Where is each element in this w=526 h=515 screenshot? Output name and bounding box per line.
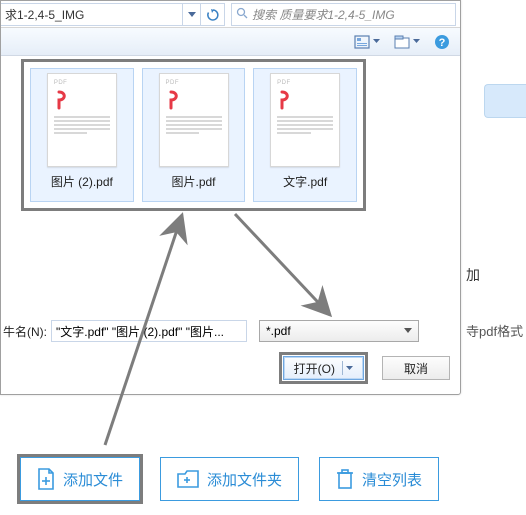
file-item[interactable]: PDF 图片.pdf [142,68,246,202]
filter-value: *.pdf [266,324,291,338]
chevron-down-icon [346,366,353,371]
pdf-tag: PDF [54,80,110,86]
chevron-down-icon [413,39,420,44]
add-folder-button[interactable]: 添加文件夹 [160,457,299,501]
right-text-format: 寺pdf格式 [466,321,523,340]
file-thumbnail: PDF [270,73,340,167]
open-button-label: 打开(O) [294,360,335,377]
open-file-dialog: 求1-2,4-5_IMG 搜索 质量要求1-2,4-5_IMG ? [0,0,461,395]
search-placeholder: 搜索 质量要求1-2,4-5_IMG [252,6,395,23]
help-button[interactable]: ? [434,34,450,50]
organize-button[interactable] [394,35,420,49]
address-dropdown-icon[interactable] [182,3,200,26]
svg-text:?: ? [439,37,446,49]
open-button[interactable]: 打开(O) [283,356,364,380]
refresh-button[interactable] [201,3,225,26]
pdf-tag: PDF [277,80,333,86]
filename-input[interactable]: "文字.pdf" "图片 (2).pdf" "图片... [51,320,247,342]
filename-label: 牛名(N): [1,323,51,340]
search-box[interactable]: 搜索 质量要求1-2,4-5_IMG [231,3,456,26]
pdf-icon [277,90,297,110]
file-thumbnail: PDF [159,73,229,167]
add-folder-label: 添加文件夹 [207,469,282,490]
dialog-button-row: 打开(O) 取消 [279,352,450,384]
filename-value: "文字.pdf" "图片 (2).pdf" "图片... [56,323,224,340]
filename-row: 牛名(N): "文字.pdf" "图片 (2).pdf" "图片... *.pd… [1,316,460,346]
chevron-down-icon [404,328,412,334]
right-text-add: 加 [466,265,480,285]
search-icon [236,7,248,22]
file-name: 文字.pdf [283,173,327,190]
address-bar[interactable]: 求1-2,4-5_IMG [1,3,201,26]
file-item[interactable]: PDF 图片 (2).pdf [30,68,134,202]
file-name: 图片 (2).pdf [51,173,113,190]
file-thumbnail: PDF [47,73,117,167]
right-tab [484,84,526,118]
pdf-icon [54,90,74,110]
address-path: 求1-2,4-5_IMG [5,6,84,23]
folder-plus-icon [177,470,199,488]
filter-dropdown[interactable]: *.pdf [259,320,419,342]
trash-icon [336,469,354,489]
dialog-toolbar: ? [1,28,460,56]
dialog-topbar: 求1-2,4-5_IMG 搜索 质量要求1-2,4-5_IMG [1,1,460,28]
add-file-button[interactable]: 添加文件 [20,457,140,501]
cancel-button-label: 取消 [404,360,428,377]
pdf-icon [166,90,186,110]
clear-list-label: 清空列表 [362,469,422,490]
file-item[interactable]: PDF 文字.pdf [253,68,357,202]
file-list-highlight: PDF 图片 (2).pdf PDF 图片.pdf PDF 文字.pdf [21,59,366,211]
cancel-button[interactable]: 取消 [382,356,450,380]
file-plus-icon [37,468,55,490]
clear-list-button[interactable]: 清空列表 [319,457,439,501]
open-button-highlight: 打开(O) [279,352,368,384]
add-file-label: 添加文件 [63,469,123,490]
pdf-tag: PDF [166,80,222,86]
action-button-row: 添加文件 添加文件夹 清空列表 [20,457,439,501]
view-button[interactable] [354,35,380,49]
file-name: 图片.pdf [171,173,215,190]
chevron-down-icon [373,39,380,44]
